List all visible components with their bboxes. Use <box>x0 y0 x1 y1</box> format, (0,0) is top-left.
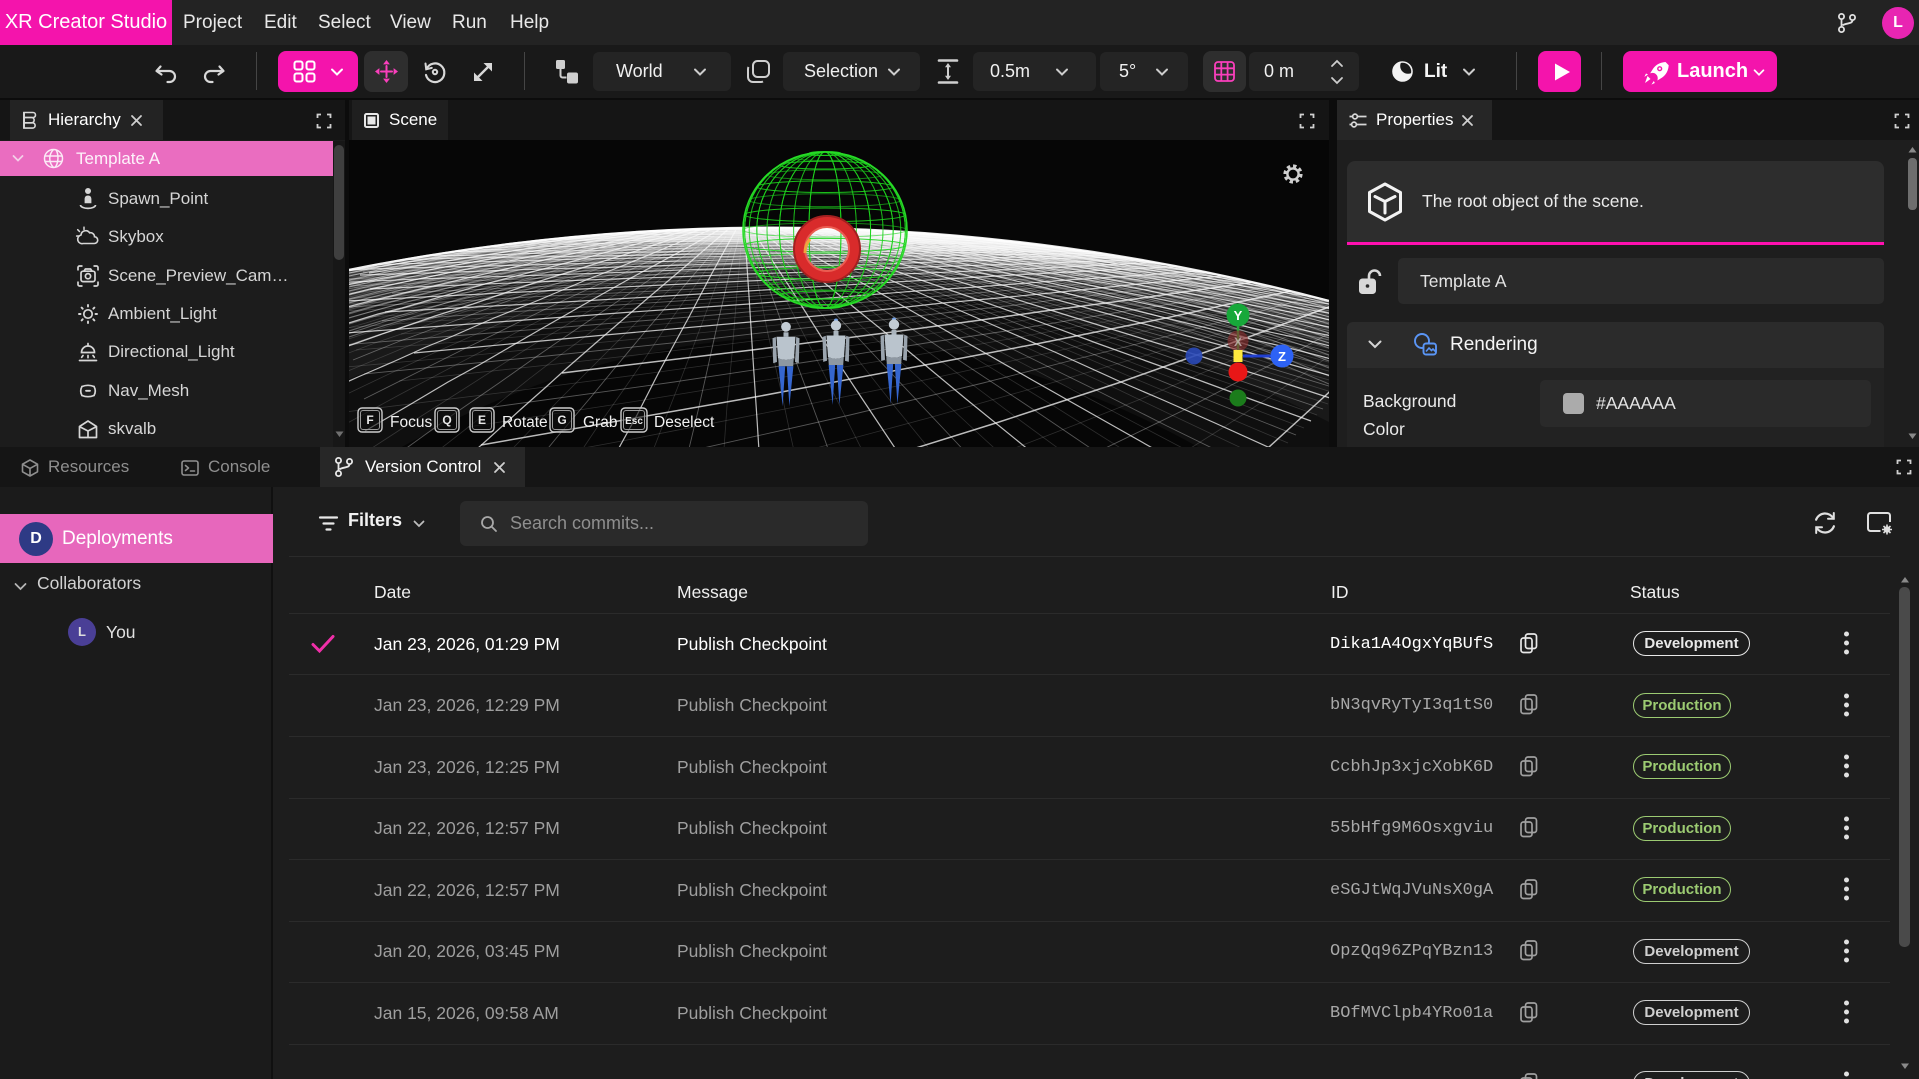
svg-text:Deselect: Deselect <box>654 414 715 431</box>
svg-text:E: E <box>478 413 486 427</box>
svg-text:X: X <box>1234 335 1242 349</box>
svg-text:Rotate: Rotate <box>502 414 548 431</box>
svg-text:Q: Q <box>442 413 451 427</box>
svg-text:F: F <box>366 413 373 427</box>
svg-text:Focus: Focus <box>390 414 432 431</box>
svg-text:Y: Y <box>1234 308 1243 323</box>
svg-text:Z: Z <box>1278 349 1286 364</box>
svg-text:Grab: Grab <box>583 414 617 431</box>
svg-text:G: G <box>557 413 566 427</box>
svg-text:Esc: Esc <box>625 416 643 427</box>
